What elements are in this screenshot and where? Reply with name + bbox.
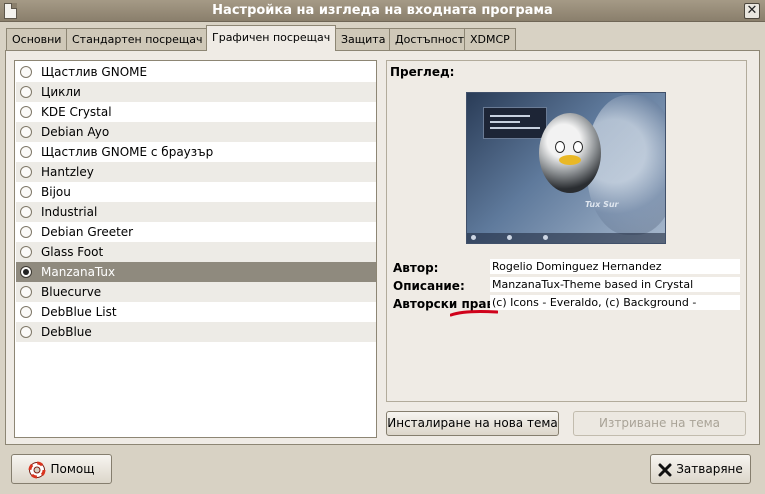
radio-button[interactable] [20, 186, 32, 198]
theme-label: Debian Ayo [41, 125, 110, 139]
login-box [483, 107, 547, 139]
list-item[interactable]: Щастлив GNOME [16, 62, 376, 82]
list-item[interactable]: DebBlue [16, 322, 376, 342]
theme-label: Bijou [41, 185, 71, 199]
tab-xdmcp[interactable]: XDMCP [464, 28, 516, 50]
list-item[interactable]: Debian Greeter [16, 222, 376, 242]
radio-button[interactable] [20, 206, 32, 218]
window-close-button[interactable]: ✕ [744, 3, 760, 19]
radio-button[interactable] [20, 326, 32, 338]
theme-label: Цикли [41, 85, 81, 99]
radio-button[interactable] [20, 226, 32, 238]
author-value: Rogelio Dominguez Hernandez [490, 259, 740, 274]
radio-button[interactable] [20, 106, 32, 118]
theme-preview-image: Tux Sur [466, 92, 666, 244]
list-item[interactable]: Debian Ayo [16, 122, 376, 142]
radio-button[interactable] [20, 86, 32, 98]
theme-label: Hantzley [41, 165, 94, 179]
list-item[interactable]: Цикли [16, 82, 376, 102]
lifebuoy-icon [28, 461, 46, 478]
preview-bottom-bar [467, 233, 665, 243]
list-item[interactable]: Bluecurve [16, 282, 376, 302]
tab-main[interactable]: Основни [6, 28, 68, 50]
radio-button[interactable] [20, 166, 32, 178]
red-underline-annotation [450, 309, 498, 317]
tab-standard-greeter[interactable]: Стандартен посрещач [66, 28, 209, 50]
penguin-icon [539, 113, 601, 193]
theme-label: Debian Greeter [41, 225, 134, 239]
close-button[interactable]: Затваряне [650, 454, 751, 484]
description-value: ManzanaTux-Theme based in Crystal [490, 277, 740, 292]
title-bar: Настройка на изгледа на входната програм… [0, 0, 765, 22]
theme-label: DebBlue List [41, 305, 117, 319]
radio-button[interactable] [20, 126, 32, 138]
preview-brand-text: Tux Sur [585, 200, 619, 209]
list-item[interactable]: Industrial [16, 202, 376, 222]
list-item[interactable]: KDE Crystal [16, 102, 376, 122]
theme-label: Industrial [41, 205, 98, 219]
copyright-value: (c) Icons - Everaldo, (c) Background - [490, 295, 740, 310]
theme-label: Glass Foot [41, 245, 104, 259]
preview-heading: Преглед: [390, 65, 455, 79]
delete-theme-button[interactable]: Изтриване на тема [573, 411, 746, 436]
tab-accessibility[interactable]: Достъпност [389, 28, 471, 50]
author-label: Автор: [393, 261, 439, 275]
list-item[interactable]: Hantzley [16, 162, 376, 182]
window-title: Настройка на изгледа на входната програм… [212, 3, 553, 18]
description-label: Описание: [393, 279, 465, 293]
theme-label: Щастлив GNOME [41, 65, 148, 79]
list-item-selected[interactable]: ManzanaTux [16, 262, 376, 282]
tab-security[interactable]: Защита [335, 28, 392, 50]
list-item[interactable]: Щастлив GNOME с браузър [16, 142, 376, 162]
list-item[interactable]: Bijou [16, 182, 376, 202]
radio-button[interactable] [20, 66, 32, 78]
theme-label: Щастлив GNOME с браузър [41, 145, 214, 159]
radio-button[interactable] [20, 146, 32, 158]
close-x-icon [658, 463, 672, 476]
install-theme-button[interactable]: Инсталиране на нова тема [386, 411, 559, 436]
list-item[interactable]: Glass Foot [16, 242, 376, 262]
theme-label: ManzanaTux [41, 265, 116, 279]
theme-label: Bluecurve [41, 285, 102, 299]
theme-label: KDE Crystal [41, 105, 112, 119]
theme-list[interactable]: Щастлив GNOME Цикли KDE Crystal Debian A… [14, 60, 377, 438]
radio-button[interactable] [20, 306, 32, 318]
tab-graphical-greeter[interactable]: Графичен посрещач [206, 25, 337, 51]
list-item[interactable]: DebBlue List [16, 302, 376, 322]
radio-button[interactable] [20, 266, 32, 278]
radio-button[interactable] [20, 286, 32, 298]
radio-button[interactable] [20, 246, 32, 258]
theme-label: DebBlue [41, 325, 92, 339]
help-button[interactable]: Помощ [11, 454, 112, 484]
